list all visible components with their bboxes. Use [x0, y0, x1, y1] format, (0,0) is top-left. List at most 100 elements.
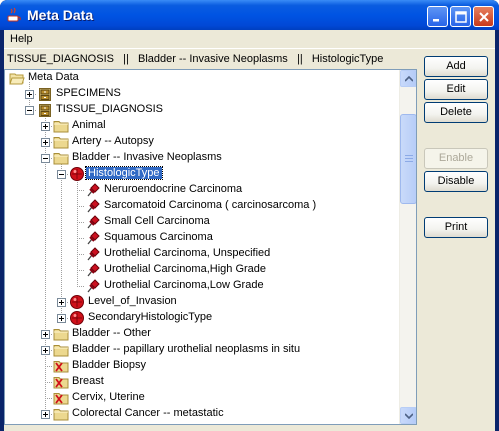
menu-help[interactable]: Help [10, 33, 33, 45]
metadata-tree[interactable]: Meta Data SPECIMENS TISSUE_DIAGNOSIS Animal… [5, 70, 401, 424]
tree-node-label: Bladder -- Other [72, 327, 151, 339]
folder-icon [53, 329, 69, 341]
expand-toggle[interactable] [41, 410, 50, 419]
tree-node[interactable]: Colorectal Cancer -- metastatic [5, 406, 401, 422]
tree-node[interactable]: Artery -- Autopsy [5, 134, 401, 150]
window-title: Meta Data [27, 7, 94, 23]
pushpin-icon [87, 279, 100, 293]
tree-connector [77, 254, 85, 255]
tree-node-label: SPECIMENS [56, 87, 121, 99]
tree-node[interactable]: Bladder Biopsy [5, 358, 401, 374]
tree-connector [77, 238, 85, 239]
vertical-scrollbar[interactable] [399, 70, 416, 424]
edit-button[interactable]: Edit [424, 79, 488, 100]
x-folder-icon [53, 393, 69, 405]
tree-node-label: Meta Data [28, 71, 79, 83]
x-folder-icon [53, 361, 69, 373]
expand-toggle[interactable] [41, 346, 50, 355]
collapse-toggle[interactable] [57, 170, 66, 179]
tree-node-label: Urothelial Carcinoma,Low Grade [104, 279, 264, 291]
tree-node-label: Urothelial Carcinoma,High Grade [104, 263, 267, 275]
maximize-button[interactable] [450, 6, 471, 27]
expand-toggle[interactable] [41, 122, 50, 131]
collapse-toggle[interactable] [25, 106, 34, 115]
tree-node[interactable]: SecondaryHistologicType [5, 310, 401, 326]
expand-toggle[interactable] [57, 298, 66, 307]
chevron-up-icon [405, 76, 413, 82]
tree-node[interactable]: Breast [5, 374, 401, 390]
thumb-grip [405, 155, 413, 156]
thumb-grip [405, 161, 413, 162]
close-button[interactable] [473, 6, 494, 27]
selection-path: TISSUE_DIAGNOSIS || Bladder -- Invasive … [7, 53, 384, 65]
tree-connector [77, 190, 85, 191]
tree-node[interactable]: Bladder -- papillary urothelial neoplasm… [5, 342, 401, 358]
tree-node[interactable]: Bladder -- Other [5, 326, 401, 342]
tree-node[interactable]: Level_of_Invasion [5, 294, 401, 310]
maximize-icon [455, 11, 467, 23]
tree-node[interactable]: Small Cell Carcinoma [5, 214, 401, 230]
expand-toggle[interactable] [57, 314, 66, 323]
expand-toggle[interactable] [25, 90, 34, 99]
expand-toggle[interactable] [41, 330, 50, 339]
tree-node-label: Artery -- Autopsy [72, 135, 154, 147]
close-icon [479, 12, 489, 22]
tree-node-label: Squamous Carcinoma [104, 231, 213, 243]
minimize-icon [433, 19, 439, 22]
tree-node[interactable]: SPECIMENS [5, 86, 401, 102]
minimize-button[interactable] [427, 6, 448, 27]
tree-node-label: Bladder -- Invasive Neoplasms [72, 151, 222, 163]
tree-node[interactable]: Cervix, Uterine [5, 390, 401, 406]
thumb-grip [405, 158, 413, 159]
tree-node[interactable]: Animal [5, 118, 401, 134]
tree-node-label: Urothelial Carcinoma, Unspecified [104, 247, 271, 259]
tree-node[interactable]: Bladder -- Invasive Neoplasms [5, 150, 401, 166]
tree-node[interactable]: Urothelial Carcinoma,Low Grade [5, 278, 401, 294]
tree-node-label: Neruroendocrine Carcinoma [104, 183, 243, 195]
red-ball-icon [70, 295, 84, 309]
tree-node-label: Colorectal Cancer -- metastatic [72, 407, 224, 419]
scroll-up-button[interactable] [400, 70, 416, 87]
pushpin-icon [87, 199, 100, 213]
tree-node[interactable]: HistologicType [5, 166, 401, 182]
tree-node[interactable]: Squamous Carcinoma [5, 230, 401, 246]
open-folder-icon [9, 73, 25, 85]
folder-icon [53, 153, 69, 165]
pushpin-icon [87, 263, 100, 277]
tree-node-label: TISSUE_DIAGNOSIS [56, 103, 163, 115]
tree-node-label: Animal [72, 119, 106, 131]
tree-node[interactable]: Sarcomatoid Carcinoma ( carcinosarcoma ) [5, 198, 401, 214]
tree-node[interactable]: TISSUE_DIAGNOSIS [5, 102, 401, 118]
chevron-down-icon [405, 413, 413, 419]
tree-node[interactable]: Neruroendocrine Carcinoma [5, 182, 401, 198]
collapse-toggle[interactable] [41, 154, 50, 163]
add-button[interactable]: Add [424, 56, 488, 77]
disable-button[interactable]: Disable [424, 171, 488, 192]
delete-button[interactable]: Delete [424, 102, 488, 123]
pushpin-icon [87, 231, 100, 245]
tree-node[interactable]: Urothelial Carcinoma,High Grade [5, 262, 401, 278]
tree-node-label: Cervix, Uterine [72, 391, 145, 403]
tree-connector [45, 382, 53, 383]
meta-data-window: Meta Data Help TISSUE_DIAGNOSIS || Bladd… [0, 0, 499, 431]
red-ball-icon [70, 311, 84, 325]
scroll-thumb[interactable] [400, 114, 416, 204]
pushpin-icon [87, 215, 100, 229]
title-bar[interactable]: Meta Data [0, 0, 499, 30]
cabinet-icon [39, 88, 51, 101]
scroll-down-button[interactable] [400, 407, 416, 424]
folder-icon [53, 137, 69, 149]
tree-connector [77, 206, 85, 207]
enable-button[interactable]: Enable [424, 148, 488, 169]
tree-node-label: SecondaryHistologicType [88, 311, 213, 323]
tree-node[interactable]: Meta Data [5, 70, 401, 86]
tree-connector [45, 366, 53, 367]
pushpin-icon [87, 247, 100, 261]
print-button[interactable]: Print [424, 217, 488, 238]
tree-node[interactable]: Urothelial Carcinoma, Unspecified [5, 246, 401, 262]
tree-connector [77, 270, 85, 271]
tree-scroll-pane: Meta Data SPECIMENS TISSUE_DIAGNOSIS Animal… [4, 69, 417, 425]
tree-node-label: Sarcomatoid Carcinoma ( carcinosarcoma ) [104, 199, 317, 211]
expand-toggle[interactable] [41, 138, 50, 147]
folder-icon [53, 121, 69, 133]
